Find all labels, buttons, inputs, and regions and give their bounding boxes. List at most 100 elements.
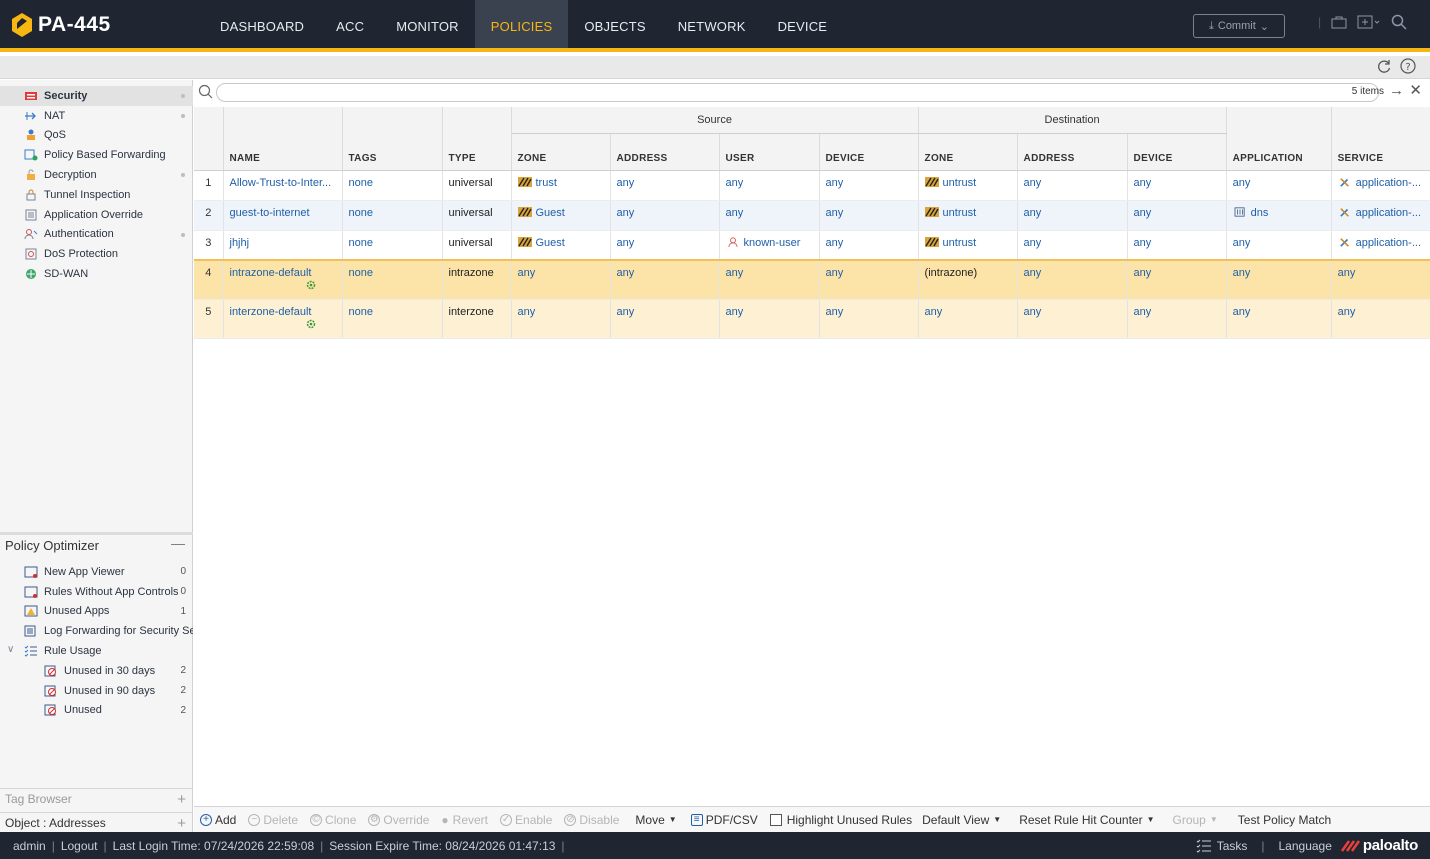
rule-tags[interactable]: none xyxy=(342,200,443,231)
src-device[interactable]: any xyxy=(819,200,919,231)
dst-device[interactable]: any xyxy=(1127,200,1227,231)
col-header-type[interactable]: TYPE xyxy=(442,107,512,171)
clear-filter-icon[interactable]: ✕ xyxy=(1409,81,1422,99)
rule-tags[interactable]: none xyxy=(342,259,443,300)
table-row[interactable]: 3 jhjhj none universal Guest any known-u… xyxy=(194,230,1430,261)
application[interactable]: any xyxy=(1226,299,1332,339)
dst-address[interactable]: any xyxy=(1017,259,1128,300)
sidebar-item-dos[interactable]: DoS Protection xyxy=(0,244,193,264)
tag-browser-panel[interactable]: Tag Browser + xyxy=(0,788,193,809)
table-row[interactable]: 2 guest-to-internet none universal Guest… xyxy=(194,200,1430,231)
dst-zone-cell[interactable]: untrust xyxy=(918,230,1018,261)
search-icon[interactable] xyxy=(1391,14,1407,30)
optimizer-item-unused-30[interactable]: Unused in 30 days 2 xyxy=(0,661,193,681)
src-device[interactable]: any xyxy=(819,170,919,201)
dst-address[interactable]: any xyxy=(1017,299,1128,339)
src-user-cell[interactable]: known-user xyxy=(719,230,820,261)
rule-name-cell[interactable]: intrazone-default xyxy=(223,259,343,300)
optimizer-item-unused-90[interactable]: Unused in 90 days 2 xyxy=(0,681,193,701)
collapse-icon[interactable]: — xyxy=(171,535,185,551)
col-header-application[interactable]: APPLICATION xyxy=(1226,107,1332,171)
application[interactable]: any xyxy=(1226,259,1332,300)
app-logo[interactable]: PA-445 xyxy=(12,13,111,37)
rule-name[interactable]: Allow-Trust-to-Inter... xyxy=(223,170,343,201)
sidebar-item-qos[interactable]: QoS xyxy=(0,126,193,146)
optimizer-item-unused-apps[interactable]: Unused Apps 1 xyxy=(0,602,193,622)
add-button[interactable]: + Add xyxy=(200,813,236,827)
dst-address[interactable]: any xyxy=(1017,170,1128,201)
src-zone-cell[interactable]: trust xyxy=(511,170,611,201)
table-row[interactable]: 1 Allow-Trust-to-Inter... none universal… xyxy=(194,170,1430,201)
src-zone[interactable]: any xyxy=(511,299,611,339)
src-device[interactable]: any xyxy=(819,259,919,300)
help-icon[interactable]: ? xyxy=(1400,58,1416,74)
revert-button[interactable]: ● Revert xyxy=(441,813,488,827)
col-header-src-device[interactable]: DEVICE xyxy=(819,133,919,171)
group-dropdown[interactable]: Group ▼ xyxy=(1173,813,1218,827)
chevron-down-icon[interactable]: ∨ xyxy=(7,644,14,655)
src-device[interactable]: any xyxy=(819,299,919,339)
rule-name-cell[interactable]: interzone-default xyxy=(223,299,343,339)
pdf-csv-button[interactable]: ≡ PDF/CSV xyxy=(690,813,758,827)
language-button[interactable]: Language xyxy=(1279,839,1332,853)
logout-link[interactable]: Logout xyxy=(61,839,98,853)
override-button[interactable]: ⚙ Override xyxy=(368,813,429,827)
sidebar-item-nat[interactable]: NAT xyxy=(0,106,193,126)
sidebar-item-authentication[interactable]: Authentication xyxy=(0,225,193,245)
src-user[interactable]: any xyxy=(719,170,820,201)
default-view-dropdown[interactable]: Default View ▼ xyxy=(922,813,1001,827)
save-config-icon[interactable] xyxy=(1357,15,1381,29)
dst-zone[interactable]: (intrazone) xyxy=(918,259,1018,300)
service-cell[interactable]: application-... xyxy=(1331,230,1430,261)
src-user[interactable]: any xyxy=(719,200,820,231)
sidebar-item-security[interactable]: Security xyxy=(0,86,193,106)
delete-button[interactable]: − Delete xyxy=(248,813,298,827)
optimizer-item-log-forwarding[interactable]: Log Forwarding for Security Ser xyxy=(0,621,193,641)
service[interactable]: any xyxy=(1331,259,1430,300)
sidebar-item-decryption[interactable]: Decryption xyxy=(0,165,193,185)
enable-button[interactable]: ✓ Enable xyxy=(500,813,552,827)
src-address[interactable]: any xyxy=(610,170,720,201)
application[interactable]: any xyxy=(1226,230,1332,261)
rule-tags[interactable]: none xyxy=(342,230,443,261)
src-address[interactable]: any xyxy=(610,200,720,231)
rule-name[interactable]: guest-to-internet xyxy=(223,200,343,231)
sidebar-item-sdwan[interactable]: SD-WAN xyxy=(0,264,193,284)
application[interactable]: any xyxy=(1226,170,1332,201)
col-header-dst-address[interactable]: ADDRESS xyxy=(1017,133,1128,171)
src-address[interactable]: any xyxy=(610,230,720,261)
dst-address[interactable]: any xyxy=(1017,230,1128,261)
apply-filter-icon[interactable]: → xyxy=(1389,82,1404,99)
col-header-name[interactable]: NAME xyxy=(223,107,343,171)
src-zone-cell[interactable]: Guest xyxy=(511,200,611,231)
commit-button[interactable]: ⤓ Commit ⌄ xyxy=(1193,14,1285,38)
filter-input[interactable] xyxy=(216,83,1379,102)
nav-policies[interactable]: POLICIES xyxy=(474,0,569,48)
service[interactable]: any xyxy=(1331,299,1430,339)
disable-button[interactable]: ⊘ Disable xyxy=(564,813,619,827)
dst-zone[interactable]: any xyxy=(918,299,1018,339)
service-cell[interactable]: application-... xyxy=(1331,170,1430,201)
test-policy-match-button[interactable]: Test Policy Match xyxy=(1238,813,1331,827)
optimizer-item-new-app-viewer[interactable]: New App Viewer 0 xyxy=(0,562,193,582)
service-cell[interactable]: application-... xyxy=(1331,200,1430,231)
nav-monitor[interactable]: MONITOR xyxy=(380,0,475,48)
src-device[interactable]: any xyxy=(819,230,919,261)
nav-acc[interactable]: ACC xyxy=(320,0,380,48)
expand-plus-icon[interactable]: + xyxy=(177,791,186,808)
table-row-default[interactable]: 4 intrazone-default none intrazone any a… xyxy=(194,259,1430,300)
tasks-button[interactable]: Tasks xyxy=(1196,839,1247,853)
refresh-icon[interactable] xyxy=(1376,58,1392,74)
src-user[interactable]: any xyxy=(719,259,820,300)
optimizer-item-unused[interactable]: Unused 2 xyxy=(0,701,193,721)
col-header-tags[interactable]: TAGS xyxy=(342,107,443,171)
expand-plus-icon[interactable]: + xyxy=(177,815,186,832)
nav-objects[interactable]: OBJECTS xyxy=(568,0,661,48)
dst-zone-cell[interactable]: untrust xyxy=(918,170,1018,201)
object-addresses-panel[interactable]: Object : Addresses + xyxy=(0,812,193,833)
src-address[interactable]: any xyxy=(610,259,720,300)
table-row-default[interactable]: 5 interzone-default none interzone any a… xyxy=(194,299,1430,339)
dst-device[interactable]: any xyxy=(1127,230,1227,261)
rule-tags[interactable]: none xyxy=(342,299,443,339)
sidebar-item-app-override[interactable]: Application Override xyxy=(0,205,193,225)
